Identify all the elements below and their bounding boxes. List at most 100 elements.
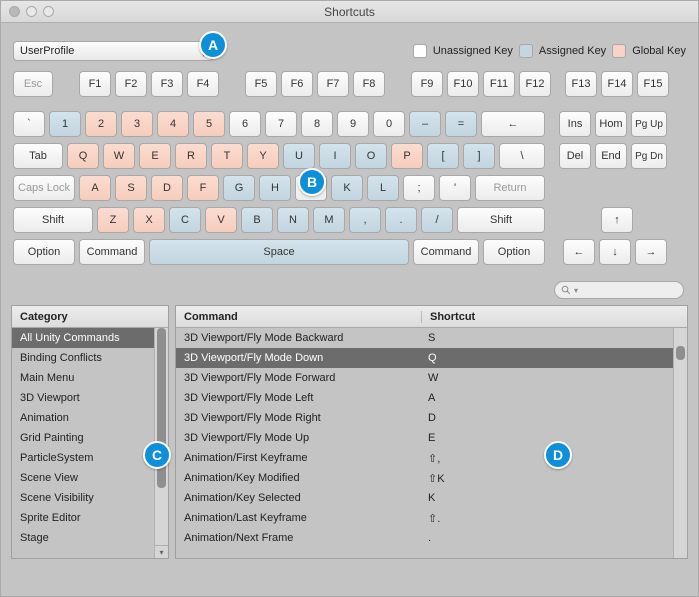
category-item[interactable]: Main Menu — [12, 368, 154, 388]
category-item[interactable]: ParticleSystem — [12, 448, 154, 468]
key-return[interactable]: Return — [475, 175, 545, 201]
key-w[interactable]: W — [103, 143, 135, 169]
category-item[interactable]: 3D Viewport — [12, 388, 154, 408]
key-2[interactable]: 2 — [85, 111, 117, 137]
key-lbracket[interactable]: [ — [427, 143, 459, 169]
command-row[interactable]: 3D Viewport/Fly Mode LeftA — [176, 388, 673, 408]
key-t[interactable]: T — [211, 143, 243, 169]
key-8[interactable]: 8 — [301, 111, 333, 137]
key-minus[interactable]: – — [409, 111, 441, 137]
key-4[interactable]: 4 — [157, 111, 189, 137]
category-item[interactable]: Stage — [12, 528, 154, 548]
key-lshift[interactable]: Shift — [13, 207, 93, 233]
key-f15[interactable]: F15 — [637, 71, 669, 97]
key-capslock[interactable]: Caps Lock — [13, 175, 75, 201]
key-f5[interactable]: F5 — [245, 71, 277, 97]
key-f2[interactable]: F2 — [115, 71, 147, 97]
category-item[interactable]: Sprite Editor — [12, 508, 154, 528]
key-g[interactable]: G — [223, 175, 255, 201]
key-backspace[interactable]: ← — [481, 111, 545, 137]
key-9[interactable]: 9 — [337, 111, 369, 137]
key-del[interactable]: Del — [559, 143, 591, 169]
key-f10[interactable]: F10 — [447, 71, 479, 97]
key-f13[interactable]: F13 — [565, 71, 597, 97]
key-f3[interactable]: F3 — [151, 71, 183, 97]
command-scrollbar[interactable] — [673, 328, 687, 558]
key-7[interactable]: 7 — [265, 111, 297, 137]
key-f7[interactable]: F7 — [317, 71, 349, 97]
key-y[interactable]: Y — [247, 143, 279, 169]
key-f9[interactable]: F9 — [411, 71, 443, 97]
scrollbar-thumb[interactable] — [676, 346, 685, 360]
key-end[interactable]: End — [595, 143, 627, 169]
key-x[interactable]: X — [133, 207, 165, 233]
key-backslash[interactable]: \ — [499, 143, 545, 169]
key-f1[interactable]: F1 — [79, 71, 111, 97]
command-row[interactable]: 3D Viewport/Fly Mode DownQ — [176, 348, 673, 368]
key-q[interactable]: Q — [67, 143, 99, 169]
key-equals[interactable]: = — [445, 111, 477, 137]
category-item[interactable]: All Unity Commands — [12, 328, 154, 348]
scroll-down-icon[interactable]: ▾ — [155, 545, 168, 558]
key-l[interactable]: L — [367, 175, 399, 201]
key-rcommand[interactable]: Command — [413, 239, 479, 265]
key-period[interactable]: . — [385, 207, 417, 233]
command-row[interactable]: Animation/First Keyframe⇧, — [176, 448, 673, 468]
key-f6[interactable]: F6 — [281, 71, 313, 97]
key-f[interactable]: F — [187, 175, 219, 201]
command-list[interactable]: 3D Viewport/Fly Mode BackwardS3D Viewpor… — [176, 328, 687, 558]
key-down[interactable]: ↓ — [599, 239, 631, 265]
key-v[interactable]: V — [205, 207, 237, 233]
key-pgdn[interactable]: Pg Dn — [631, 143, 667, 169]
key-b[interactable]: B — [241, 207, 273, 233]
key-space[interactable]: Space — [149, 239, 409, 265]
category-item[interactable]: Grid Painting — [12, 428, 154, 448]
key-k[interactable]: K — [331, 175, 363, 201]
profile-dropdown[interactable]: UserProfile ▴▾ — [13, 41, 213, 61]
category-item[interactable]: Animation — [12, 408, 154, 428]
category-item[interactable]: Binding Conflicts — [12, 348, 154, 368]
key-loption[interactable]: Option — [13, 239, 75, 265]
key-3[interactable]: 3 — [121, 111, 153, 137]
key-f8[interactable]: F8 — [353, 71, 385, 97]
command-row[interactable]: 3D Viewport/Fly Mode BackwardS — [176, 328, 673, 348]
key-rbracket[interactable]: ] — [463, 143, 495, 169]
key-comma[interactable]: , — [349, 207, 381, 233]
key-apostrophe[interactable]: ' — [439, 175, 471, 201]
command-row[interactable]: 3D Viewport/Fly Mode ForwardW — [176, 368, 673, 388]
command-row[interactable]: 3D Viewport/Fly Mode UpE — [176, 428, 673, 448]
key-f12[interactable]: F12 — [519, 71, 551, 97]
key-r[interactable]: R — [175, 143, 207, 169]
key-i[interactable]: I — [319, 143, 351, 169]
key-6[interactable]: 6 — [229, 111, 261, 137]
key-m[interactable]: M — [313, 207, 345, 233]
key-d[interactable]: D — [151, 175, 183, 201]
category-item[interactable]: Scene Visibility — [12, 488, 154, 508]
key-home[interactable]: Hom — [595, 111, 627, 137]
command-row[interactable]: Animation/Last Keyframe⇧. — [176, 508, 673, 528]
key-0[interactable]: 0 — [373, 111, 405, 137]
key-n[interactable]: N — [277, 207, 309, 233]
key-f14[interactable]: F14 — [601, 71, 633, 97]
key-roption[interactable]: Option — [483, 239, 545, 265]
category-item[interactable]: Scene View — [12, 468, 154, 488]
category-list[interactable]: All Unity CommandsBinding ConflictsMain … — [12, 328, 168, 558]
key-lcommand[interactable]: Command — [79, 239, 145, 265]
key-o[interactable]: O — [355, 143, 387, 169]
command-row[interactable]: 3D Viewport/Fly Mode RightD — [176, 408, 673, 428]
key-u[interactable]: U — [283, 143, 315, 169]
key-s[interactable]: S — [115, 175, 147, 201]
command-row[interactable]: Animation/Key Modified⇧K — [176, 468, 673, 488]
key-rshift[interactable]: Shift — [457, 207, 545, 233]
key-left[interactable]: ← — [563, 239, 595, 265]
key-ins[interactable]: Ins — [559, 111, 591, 137]
command-row[interactable]: Animation/Next Frame. — [176, 528, 673, 548]
key-a[interactable]: A — [79, 175, 111, 201]
key-f4[interactable]: F4 — [187, 71, 219, 97]
key-esc[interactable]: Esc — [13, 71, 53, 97]
search-input[interactable]: ▾ — [554, 281, 684, 299]
key-h[interactable]: H — [259, 175, 291, 201]
key-p[interactable]: P — [391, 143, 423, 169]
key-e[interactable]: E — [139, 143, 171, 169]
key-f11[interactable]: F11 — [483, 71, 515, 97]
